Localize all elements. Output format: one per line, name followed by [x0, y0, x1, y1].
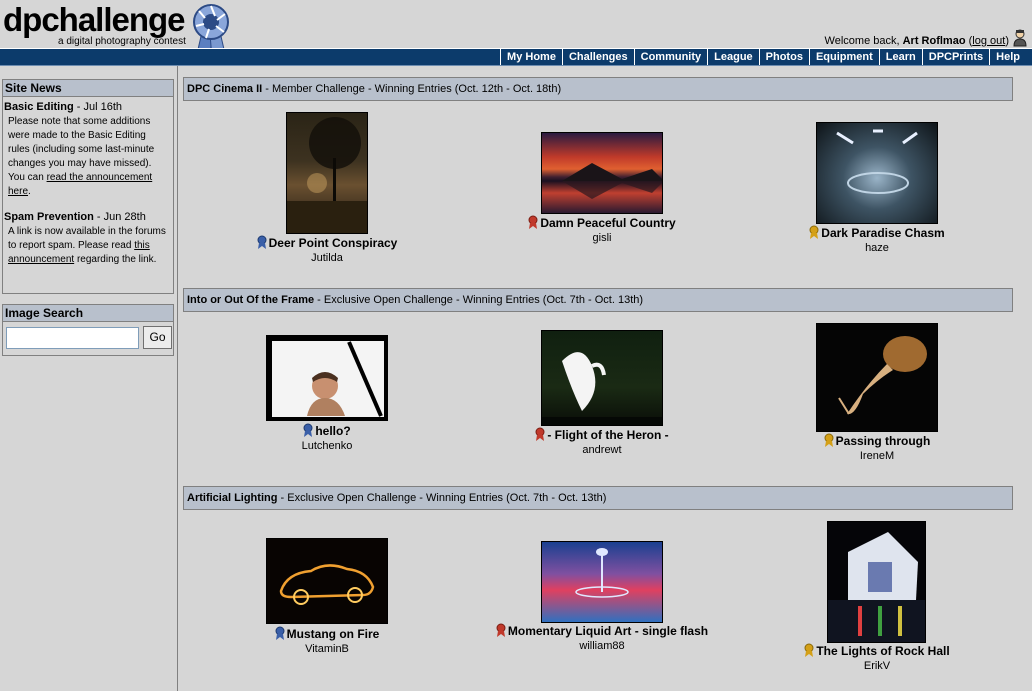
photo-mustang-on-fire[interactable] [266, 538, 388, 624]
challenge-name[interactable]: DPC Cinema II [187, 83, 262, 95]
image-search-input[interactable] [6, 327, 139, 349]
entry: Momentary Liquid Art - single flash will… [494, 623, 710, 652]
entry: Deer Point Conspiracy Jutilda [219, 235, 435, 264]
entry-author[interactable]: gisli [494, 232, 710, 244]
news-item: Basic Editing - Jul 16th Please note tha… [3, 101, 173, 199]
snail-icon [838, 336, 927, 415]
news-tail: regarding the link. [74, 254, 157, 265]
entry-title[interactable]: Passing through [836, 434, 931, 448]
photo-the-lights-of-rock-hall[interactable] [827, 521, 926, 643]
image-search-title: Image Search [3, 305, 173, 322]
yellow-ribbon-icon [824, 433, 834, 447]
entry-title[interactable]: Momentary Liquid Art - single flash [508, 624, 708, 638]
mountain-reflection-icon [542, 163, 662, 199]
site-header: dpchallenge a digital photography contes… [0, 0, 1032, 60]
challenge-header: Artificial Lighting - Exclusive Open Cha… [183, 486, 1013, 510]
red-ribbon-icon [496, 623, 506, 637]
photo-passing-through[interactable] [816, 323, 938, 432]
entry-title[interactable]: Damn Peaceful Country [540, 216, 675, 230]
site-tagline: a digital photography contest [58, 36, 186, 47]
nav-item-league[interactable]: League [707, 49, 759, 65]
entry: Damn Peaceful Country gisli [494, 215, 710, 244]
light-painted-car-icon [279, 564, 375, 605]
heron-icon [542, 352, 662, 425]
welcome-message: Welcome back, Art Roflmao (log out) [825, 35, 1009, 47]
news-date: - Jun 28th [93, 211, 146, 223]
welcome-prefix: Welcome back, [824, 35, 903, 47]
main-nav-bar: My Home Challenges Community League Photos Eq… [0, 48, 1032, 66]
nav-item-learn[interactable]: Learn [878, 49, 922, 65]
news-date: - Jul 16th [73, 101, 122, 113]
entry-author[interactable]: Lutchenko [219, 440, 435, 452]
entry-author[interactable]: william88 [494, 640, 710, 652]
photo-dark-paradise-chasm[interactable] [816, 122, 938, 224]
rock-hall-building-icon [828, 532, 925, 642]
red-ribbon-icon [528, 215, 538, 229]
photo-hello[interactable] [266, 335, 388, 421]
tunnel-lights-icon [836, 129, 918, 194]
site-logo[interactable]: dpchallenge [3, 0, 186, 40]
nav-item-my-home[interactable]: My Home [500, 49, 562, 65]
entry: Dark Paradise Chasm haze [769, 225, 985, 254]
news-headline: Spam Prevention [4, 211, 94, 223]
entry-title[interactable]: - Flight of the Heron - [547, 428, 668, 442]
nav-item-dpcprints[interactable]: DPCPrints [921, 49, 989, 65]
entry-title[interactable]: Dark Paradise Chasm [821, 226, 944, 240]
entry: Mustang on Fire VitaminB [219, 626, 435, 655]
challenge-desc: - Exclusive Open Challenge - Winning Ent… [314, 294, 644, 306]
nav-item-photos[interactable]: Photos [758, 49, 809, 65]
yellow-ribbon-icon [809, 225, 819, 239]
photo-damn-peaceful-country[interactable] [541, 132, 663, 214]
entry: Passing through IreneM [769, 433, 985, 462]
image-search-box: Image Search Go [2, 304, 174, 356]
challenge-header: DPC Cinema II - Member Challenge - Winni… [183, 77, 1013, 101]
entry-author[interactable]: IreneM [769, 450, 985, 462]
blue-ribbon-icon [303, 423, 313, 437]
challenge-header: Into or Out Of the Frame - Exclusive Ope… [183, 288, 1013, 312]
logout-close: ) [1005, 35, 1009, 47]
entry-author[interactable]: andrewt [494, 444, 710, 456]
site-news-title: Site News [3, 80, 173, 97]
nav-item-help[interactable]: Help [989, 49, 1026, 65]
challenge-desc: - Exclusive Open Challenge - Winning Ent… [277, 492, 607, 504]
go-button[interactable]: Go [143, 326, 172, 349]
nav-item-equipment[interactable]: Equipment [808, 49, 879, 65]
entry-title[interactable]: Deer Point Conspiracy [269, 236, 398, 250]
red-ribbon-icon [535, 427, 545, 441]
news-headline: Basic Editing [4, 101, 74, 113]
photo-deer-point-conspiracy[interactable] [286, 112, 368, 234]
entry-author[interactable]: Jutilda [219, 252, 435, 264]
nav-item-community[interactable]: Community [633, 49, 708, 65]
nav-item-challenges[interactable]: Challenges [561, 49, 634, 65]
frame-portrait-icon [272, 341, 384, 417]
entry: - Flight of the Heron - andrewt [494, 427, 710, 456]
entry: hello? Lutchenko [219, 423, 435, 452]
entry-title[interactable]: Mustang on Fire [287, 627, 380, 641]
nav-items: My Home Challenges Community League Photos Eq… [500, 49, 1026, 65]
username[interactable]: Art Roflmao [903, 35, 966, 47]
photo-momentary-liquid-art[interactable] [541, 541, 663, 623]
entry-title[interactable]: The Lights of Rock Hall [816, 644, 949, 658]
sidebar: Site News Basic Editing - Jul 16th Pleas… [0, 66, 178, 691]
main-content: DPC Cinema II - Member Challenge - Winni… [179, 66, 1032, 691]
photo-flight-of-the-heron[interactable] [541, 330, 663, 426]
entry: The Lights of Rock Hall ErikV [769, 643, 985, 672]
entry-title[interactable]: hello? [315, 424, 350, 438]
challenge-name[interactable]: Into or Out Of the Frame [187, 294, 314, 306]
challenge-name[interactable]: Artificial Lighting [187, 492, 277, 504]
tree-silhouette-icon [287, 117, 367, 233]
site-news-box: Site News Basic Editing - Jul 16th Pleas… [2, 79, 174, 294]
logout-link[interactable]: log out [972, 35, 1005, 47]
water-droplet-icon [575, 548, 629, 598]
challenge-desc: - Member Challenge - Winning Entries (Oc… [262, 83, 562, 95]
entry-author[interactable]: haze [769, 242, 985, 254]
blue-ribbon-icon [257, 235, 267, 249]
news-tail: . [28, 186, 31, 197]
entry-author[interactable]: VitaminB [219, 643, 435, 655]
user-profile-icon[interactable] [1012, 29, 1028, 47]
blue-ribbon-icon [275, 626, 285, 640]
entry-author[interactable]: ErikV [769, 660, 985, 672]
news-item: Spam Prevention - Jun 28th A link is now… [3, 211, 173, 267]
yellow-ribbon-icon [804, 643, 814, 657]
